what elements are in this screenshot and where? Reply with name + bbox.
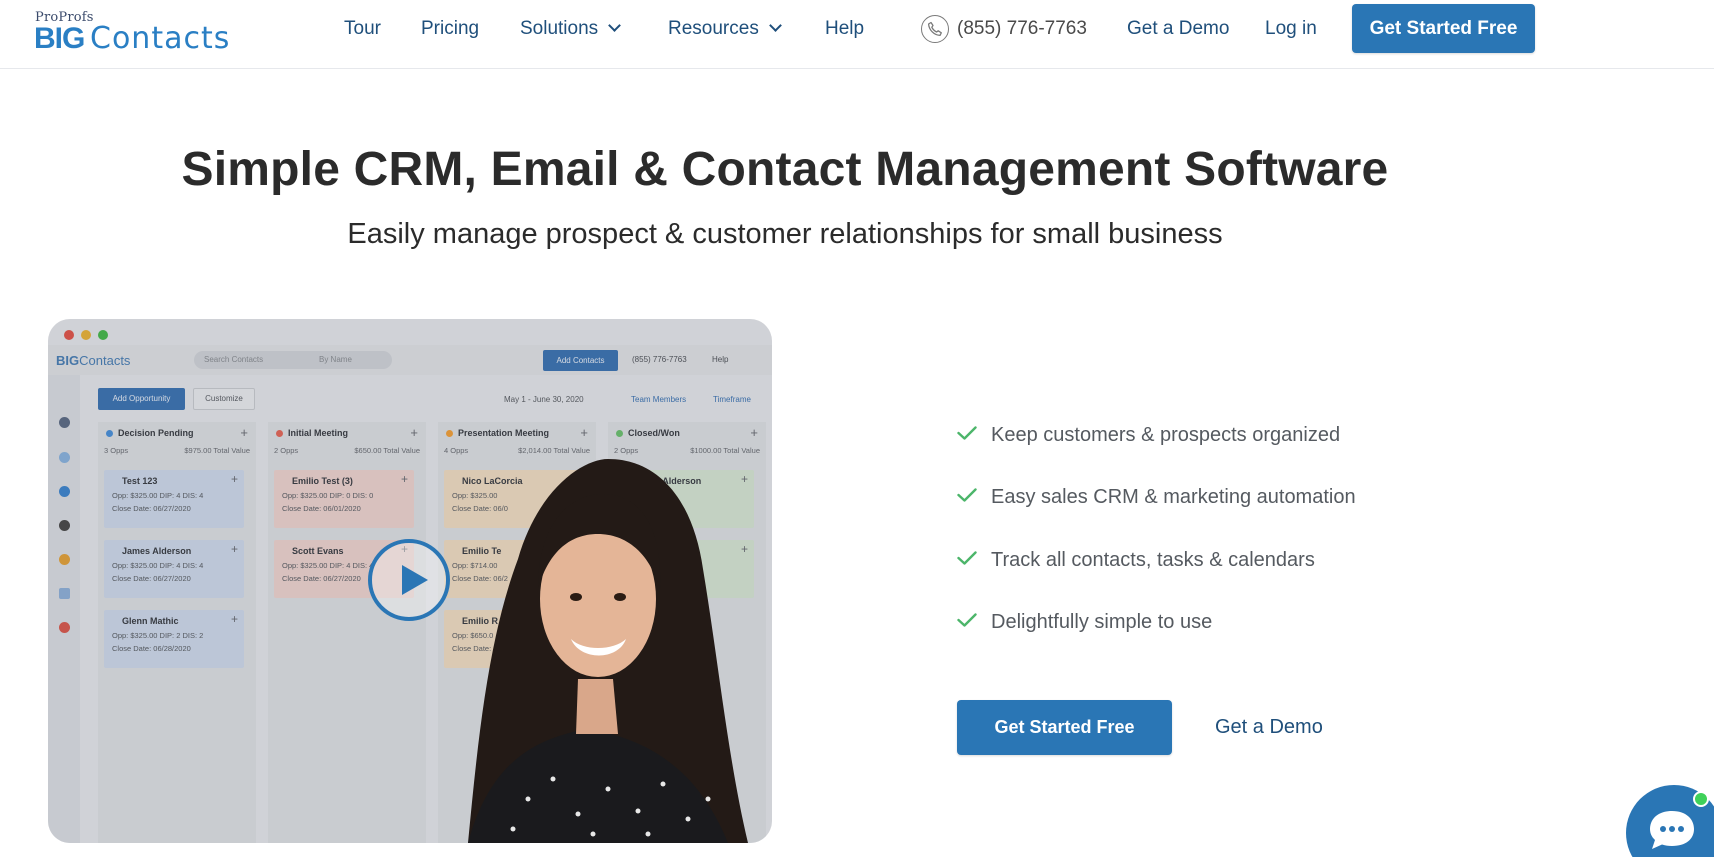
nav-resources[interactable]: Resources	[668, 18, 782, 40]
nav-solutions[interactable]: Solutions	[520, 18, 622, 40]
product-video[interactable]: BIGContacts Search Contacts By Name Add C…	[48, 319, 772, 843]
check-icon	[957, 613, 977, 627]
check-icon	[957, 426, 977, 440]
chat-bubble-icon	[1650, 811, 1694, 849]
page-title: Simple CRM, Email & Contact Management S…	[181, 143, 1389, 196]
feature-item: Delightfully simple to use	[957, 605, 1417, 645]
feature-text: Keep customers & prospects organized	[991, 424, 1341, 446]
feature-item: Easy sales CRM & marketing automation	[957, 480, 1417, 520]
nav-get-demo[interactable]: Get a Demo	[1127, 18, 1229, 40]
play-icon[interactable]	[368, 539, 450, 621]
nav-resources-label: Resources	[668, 18, 759, 39]
brand-logo[interactable]: ProProfs BIG Contacts	[34, 10, 276, 54]
logo-contacts: Contacts	[90, 21, 231, 56]
page-subtitle: Easily manage prospect & customer relati…	[347, 218, 1223, 250]
check-icon	[957, 551, 977, 565]
feature-text: Easy sales CRM & marketing automation	[991, 486, 1356, 508]
header-get-started-button[interactable]: Get Started Free	[1352, 4, 1535, 53]
presenter-image	[468, 459, 748, 843]
chevron-down-icon	[608, 19, 622, 32]
logo-big: BIG	[34, 22, 85, 55]
nav-tour[interactable]: Tour	[344, 18, 381, 40]
nav-help[interactable]: Help	[825, 18, 864, 40]
hero-get-started-button[interactable]: Get Started Free	[957, 700, 1172, 755]
nav-pricing[interactable]: Pricing	[421, 18, 479, 40]
chat-online-indicator	[1693, 791, 1709, 807]
phone-number: (855) 776-7763	[957, 18, 1087, 39]
phone-icon	[921, 15, 949, 43]
nav-login[interactable]: Log in	[1265, 18, 1317, 40]
chevron-down-icon	[768, 19, 782, 32]
feature-text: Track all contacts, tasks & calendars	[991, 549, 1315, 571]
nav-solutions-label: Solutions	[520, 18, 599, 39]
site-header: ProProfs BIG Contacts Tour Pricing Solut…	[0, 0, 1714, 69]
check-icon	[957, 488, 977, 502]
feature-text: Delightfully simple to use	[991, 611, 1213, 633]
hero-get-demo-link[interactable]: Get a Demo	[1215, 716, 1323, 739]
feature-item: Keep customers & prospects organized	[957, 418, 1417, 458]
feature-item: Track all contacts, tasks & calendars	[957, 543, 1417, 583]
